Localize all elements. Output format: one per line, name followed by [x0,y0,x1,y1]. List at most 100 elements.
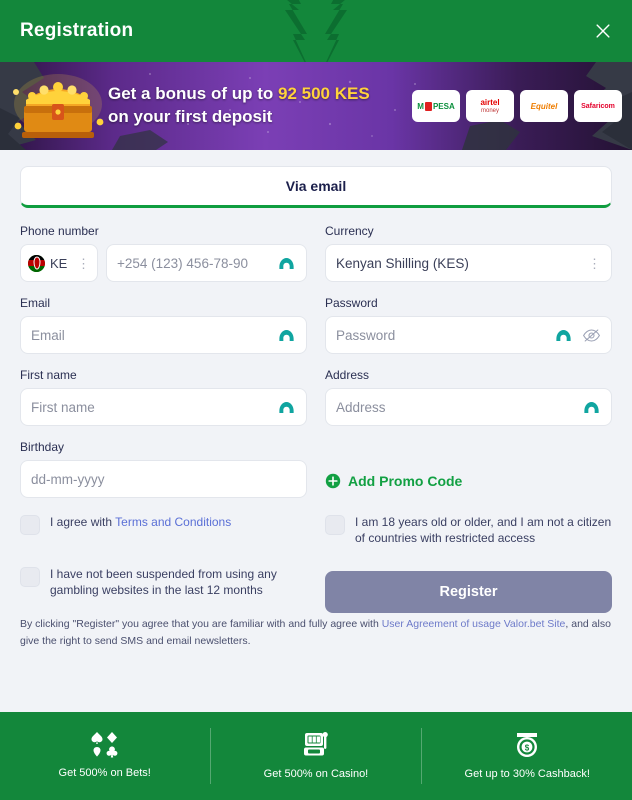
footer-casino-label: Get 500% on Casino! [263,768,369,781]
footer-item-casino[interactable]: Get 500% on Casino! [212,730,421,782]
checkbox-age-row[interactable]: I am 18 years old or older, and I am not… [325,514,612,546]
checkbox-age-label: I am 18 years old or older, and I am not… [355,515,612,546]
checkbox-age[interactable] [325,515,345,535]
mpesa-prefix: M [417,101,424,111]
close-icon[interactable] [590,18,616,44]
address-placeholder: Address [336,399,386,415]
page-title: Registration [20,20,134,41]
nordpass-autofill-icon[interactable] [277,328,296,343]
first-name-placeholder: First name [31,399,95,415]
airtel-sub: money [480,107,499,114]
add-promo-code-label: Add Promo Code [348,473,463,489]
footer-cashback-label: Get up to 30% Cashback! [464,768,590,781]
checkbox-terms-row[interactable]: I agree with Terms and Conditions [20,514,307,535]
phone-number-label: Phone number [20,224,99,238]
currency-value: Kenyan Shilling (KES) [336,255,469,271]
header-watermark-icon [285,0,347,62]
country-code-label: KE [50,255,68,271]
field-password: Password Password [325,296,612,354]
birthday-placeholder: dd-mm-yyyy [31,471,105,487]
tab-via-email-label: Via email [285,178,347,194]
terms-text-prefix: I agree with [50,515,116,529]
checkbox-terms[interactable] [20,515,40,535]
banner-bonus-amount: 92 500 KES [277,84,370,104]
checkbox-suspension[interactable] [20,567,40,587]
banner-line1-prefix: Get a bonus of up to [108,84,278,104]
password-input[interactable]: Password [325,316,612,354]
bonus-banner[interactable]: Get a bonus of up to 92 500 KES on your … [0,62,632,150]
agreements-grid: I agree with Terms and Conditions I have… [20,514,612,614]
currency-label: Currency [325,224,374,238]
svg-text:$: $ [525,743,530,752]
footer-item-bets[interactable]: Get 500% on Bets! [0,731,209,781]
modal-header: Registration [0,0,632,62]
country-dropdown-icon: ⋮ [77,255,90,271]
add-promo-code-button[interactable]: Add Promo Code [325,473,462,489]
airtel-label: airtel [480,97,500,107]
nordpass-autofill-icon[interactable] [554,328,573,343]
eye-off-icon[interactable] [582,328,601,343]
field-currency: Currency Kenyan Shilling (KES) ⋮ [325,224,612,282]
tab-via-email[interactable]: Via email [20,166,612,208]
airtel-money-logo-icon: airtel money [466,90,514,122]
payment-logos: M PESA airtel money Equitel Safaricom [412,90,622,122]
equitel-logo-icon: Equitel [520,90,568,122]
agreements-left-column: I agree with Terms and Conditions I have… [20,514,307,614]
checkbox-suspension-row[interactable]: I have not been suspended from using any… [20,566,307,598]
phone-number-placeholder: +254 (123) 456-78-90 [117,255,248,271]
registration-modal: Registration Get a bonus of up to 92 500… [0,0,632,800]
terms-and-conditions-link[interactable]: Terms and Conditions [115,515,231,529]
agreements-right-column: I am 18 years old or older, and I am not… [325,514,612,614]
email-input[interactable]: Email [20,316,307,354]
field-email: Email Email [20,296,307,354]
plus-circle-icon [325,473,341,489]
field-address: Address Address [325,368,612,426]
banner-text: Get a bonus of up to 92 500 KES on your … [108,83,370,129]
mpesa-label: PESA [432,101,455,111]
checkbox-suspension-label: I have not been suspended from using any… [50,567,277,598]
card-suits-icon [91,732,118,758]
kenya-flag-icon [28,254,45,272]
currency-dropdown-icon: ⋮ [588,255,601,271]
footer-divider [421,728,423,784]
address-label: Address [325,368,370,382]
country-selector[interactable]: KE ⋮ [20,244,98,282]
user-agreement-link[interactable]: User Agreement of usage Valor.bet Site [382,618,566,630]
register-button[interactable]: Register [325,571,612,614]
slot-machine-icon [303,732,328,756]
currency-select[interactable]: Kenyan Shilling (KES) ⋮ [325,244,612,282]
equitel-label: Equitel [530,101,558,111]
disclaimer-text: By clicking "Register" you agree that yo… [20,616,612,649]
first-name-label: First name [20,368,77,382]
nordpass-autofill-icon[interactable] [277,400,296,415]
promo-footer: Get 500% on Bets! Get 500% on Casino! $ … [0,712,632,800]
checkbox-terms-label: I agree with Terms and Conditions [50,514,231,530]
treasure-chest-icon [13,74,104,138]
address-input[interactable]: Address [325,388,612,426]
registration-form: Via email Phone number KE ⋮ +254 (123) 4… [0,150,632,712]
email-placeholder: Email [31,327,65,343]
phone-number-input[interactable]: +254 (123) 456-78-90 [106,244,307,282]
password-label: Password [325,296,378,310]
field-birthday: Birthday dd-mm-yyyy [20,440,307,498]
footer-divider [209,728,211,784]
footer-bets-label: Get 500% on Bets! [58,767,151,780]
nordpass-autofill-icon[interactable] [277,256,296,271]
email-label: Email [20,296,51,310]
nordpass-autofill-icon[interactable] [582,400,601,415]
banner-line2: on your first deposit [108,107,273,126]
birthday-input[interactable]: dd-mm-yyyy [20,460,307,498]
safaricom-logo-icon: Safaricom [574,90,622,122]
mpesa-logo-icon: M PESA [412,90,460,122]
footer-item-cashback[interactable]: $ Get up to 30% Cashback! [423,730,632,782]
birthday-label: Birthday [20,440,65,454]
field-first-name: First name First name [20,368,307,426]
cashback-coin-icon: $ [517,733,538,758]
register-button-label: Register [439,584,498,601]
first-name-input[interactable]: First name [20,388,307,426]
field-phone-number: Phone number KE ⋮ +254 (123) 456-78-90 [20,224,307,282]
form-grid: Phone number KE ⋮ +254 (123) 456-78-90 C… [20,224,612,512]
promo-code-wrap: Add Promo Code [325,462,612,500]
disclaimer-prefix: By clicking "Register" you agree that yo… [20,618,382,631]
safaricom-label: Safaricom [581,102,615,110]
